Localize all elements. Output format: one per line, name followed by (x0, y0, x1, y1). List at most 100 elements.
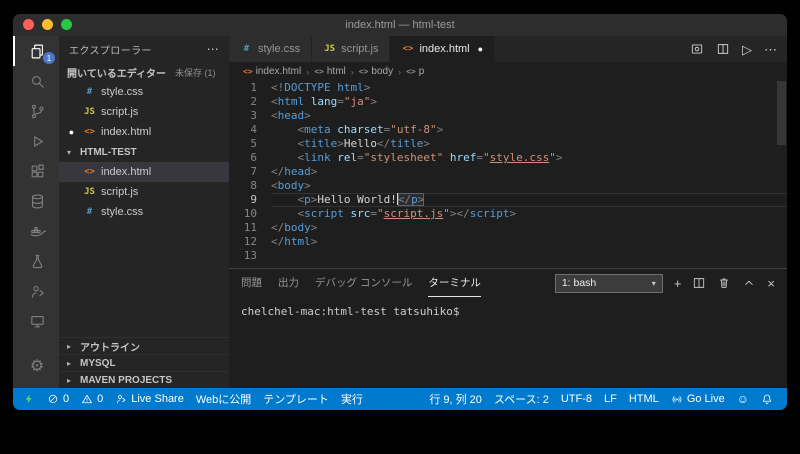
file-name: index.html (101, 126, 151, 138)
panel-tab-debug-console[interactable]: デバッグ コンソール (315, 269, 412, 297)
activity-source-control[interactable] (13, 96, 59, 126)
go-live[interactable]: Go Live (665, 388, 731, 410)
activity-live-share[interactable] (13, 276, 59, 306)
sidebar-header: エクスプローラー ⋯ (59, 36, 229, 62)
code-content[interactable]: <!DOCTYPE html><html lang="ja"><head> <m… (271, 81, 787, 268)
template[interactable]: テンプレート (257, 388, 335, 410)
activity-explorer[interactable]: 1 (13, 36, 59, 66)
activity-search[interactable] (13, 66, 59, 96)
live-share[interactable]: Live Share (109, 388, 190, 410)
breadcrumb-separator: › (351, 67, 354, 77)
status-left: 00 Live Share Webに公開テンプレート実行 (17, 388, 369, 410)
activity-database[interactable] (13, 186, 59, 216)
editor-scrollbar[interactable] (777, 81, 786, 145)
split-editor-icon[interactable] (716, 42, 730, 56)
new-terminal-icon[interactable]: + (674, 277, 682, 290)
activity-docker[interactable] (13, 216, 59, 246)
remote-explorer-icon (29, 313, 46, 330)
panel-tab-problems[interactable]: 問題 (241, 269, 262, 297)
section-label: MAVEN PROJECTS (80, 375, 172, 386)
code-editor[interactable]: 12345678910111213 <!DOCTYPE html><html l… (229, 81, 787, 268)
activity-test-flask[interactable] (13, 246, 59, 276)
live-share-icon (29, 283, 46, 300)
status-item-label: Webに公開 (196, 391, 251, 407)
maximize-panel-icon[interactable] (742, 276, 756, 290)
section-maven-projects[interactable]: ▸MAVEN PROJECTS (59, 371, 229, 388)
run-task[interactable]: 実行 (335, 388, 369, 410)
open-editor-index.html[interactable]: ●<>index.html (59, 122, 229, 142)
remote-indicator[interactable] (17, 388, 41, 410)
code-line-11: </body> (271, 221, 787, 235)
open-editor-style.css[interactable]: #style.css (59, 82, 229, 102)
editor-group: #style.cssJSscript.js<>index.html● ▷⋯ <>… (229, 36, 787, 388)
unsaved-badge: 未保存 (1) (175, 66, 216, 79)
code-line-6: <link rel="stylesheet" href="style.css"> (271, 151, 787, 165)
terminal-shell-select[interactable]: 1: bash ▾ (555, 274, 663, 293)
section-outline[interactable]: ▸アウトライン (59, 337, 229, 354)
breadcrumb-p[interactable]: <>p (406, 66, 424, 77)
activity-remote-explorer[interactable] (13, 306, 59, 336)
activity-run-debug[interactable] (13, 126, 59, 156)
cursor-position[interactable]: 行 9, 列 20 (423, 388, 488, 410)
line-number: 7 (229, 165, 257, 179)
manage-settings[interactable]: ⚙ (13, 352, 59, 382)
indentation[interactable]: スペース: 2 (488, 388, 555, 410)
css-file-icon: # (83, 87, 96, 97)
line-number: 1 (229, 81, 257, 95)
terminal-output[interactable]: chelchel-mac:html-test tatsuhiko$ (229, 297, 787, 388)
folder-header[interactable]: ▾ HTML-TEST (59, 142, 229, 162)
tab-style.css[interactable]: # style.css (229, 36, 312, 62)
code-line-3: <head> (271, 109, 787, 123)
tab-script.js[interactable]: JSscript.js (312, 36, 390, 62)
status-item-label: Go Live (687, 393, 725, 405)
line-number: 9 (229, 193, 257, 207)
panel-tab-output[interactable]: 出力 (278, 269, 299, 297)
workbench: 1 ⚙ エクスプローラー ⋯ 開いているエディター 未保存 (1) # style.… (13, 36, 787, 388)
gear-icon: ⚙ (30, 359, 44, 375)
feedback[interactable]: ☺ (731, 388, 755, 410)
chevron-right-icon: ▸ (67, 359, 77, 368)
activity-extensions[interactable] (13, 156, 59, 186)
code-line-7: </head> (271, 165, 787, 179)
titlebar[interactable]: index.html — html-test (13, 14, 787, 36)
window-title: index.html — html-test (13, 19, 787, 31)
panel-tabs: 問題出力デバッグ コンソールターミナル (241, 269, 481, 297)
notifications[interactable] (755, 388, 779, 410)
code-line-12: </html> (271, 235, 787, 249)
tab-label: style.css (258, 43, 300, 55)
broadcast-icon (671, 393, 683, 405)
status-item-label: Live Share (131, 393, 184, 405)
line-number: 8 (229, 179, 257, 193)
breadcrumb-body[interactable]: <>body (359, 66, 393, 77)
status-item-label: HTML (629, 393, 659, 405)
tree-item-style.css[interactable]: #style.css (59, 202, 229, 222)
eol[interactable]: LF (598, 388, 623, 410)
encoding[interactable]: UTF-8 (555, 388, 598, 410)
breadcrumb-html[interactable]: <>html (314, 66, 346, 77)
more-actions-icon[interactable]: ⋯ (207, 42, 219, 56)
css-file-icon: # (240, 44, 253, 54)
tab-index.html[interactable]: <>index.html● (390, 36, 495, 62)
problems-warnings[interactable]: 0 (75, 388, 109, 410)
open-editor-script.js[interactable]: JSscript.js (59, 102, 229, 122)
tag-symbol-icon: <> (406, 67, 416, 76)
tree-item-index.html[interactable]: <>index.html (59, 162, 229, 182)
tree-item-script.js[interactable]: JSscript.js (59, 182, 229, 202)
run-file-icon[interactable]: ▷ (742, 43, 752, 56)
panel-tab-terminal[interactable]: ターミナル (428, 269, 481, 297)
html-file-icon: <> (401, 44, 414, 54)
publish-web[interactable]: Webに公開 (190, 388, 257, 410)
problems-errors[interactable]: 0 (41, 388, 75, 410)
section-mysql[interactable]: ▸MYSQL (59, 354, 229, 371)
split-terminal-icon[interactable] (692, 276, 706, 290)
editor-actions: ▷⋯ (680, 36, 787, 62)
language-mode[interactable]: HTML (623, 388, 665, 410)
open-preview-icon[interactable] (690, 42, 704, 56)
more-actions-icon[interactable]: ⋯ (764, 43, 777, 56)
breadcrumb-label: body (371, 66, 393, 77)
open-editors-header[interactable]: 開いているエディター 未保存 (1) (59, 62, 229, 82)
breadcrumb-index.html[interactable]: <>index.html (243, 66, 301, 77)
line-number: 6 (229, 151, 257, 165)
close-panel-icon[interactable]: × (767, 277, 775, 290)
kill-terminal-icon[interactable] (717, 276, 731, 290)
